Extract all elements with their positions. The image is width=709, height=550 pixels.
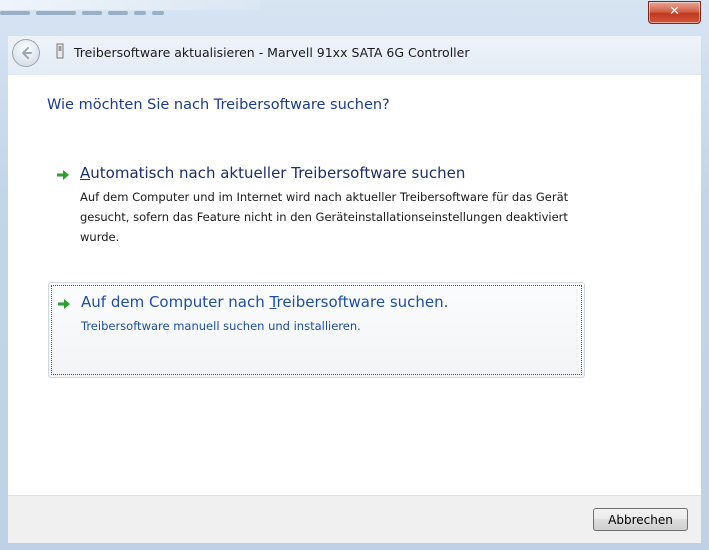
option-browse-computer-title: Auf dem Computer nach Treibersoftware su… <box>81 293 448 311</box>
window-title: Treibersoftware aktualisieren - Marvell … <box>74 45 470 60</box>
option-auto-search-title-text: utomatisch nach aktueller Treibersoftwar… <box>90 164 466 182</box>
option-browse-title-post: reibersoftware suchen. <box>276 293 449 311</box>
option-auto-search-description: Auf dem Computer und im Internet wird na… <box>80 190 569 244</box>
option-auto-search-title: Automatisch nach aktueller Treibersoftwa… <box>80 164 465 182</box>
window-frame: ✕ Treibersoftware aktualisieren - Marvel… <box>0 0 709 550</box>
button-bar: Abbrechen <box>8 495 701 543</box>
cancel-button[interactable]: Abbrechen <box>593 508 688 531</box>
access-key-a: A <box>80 164 91 182</box>
green-arrow-icon <box>58 299 70 309</box>
green-arrow-icon <box>57 170 69 180</box>
close-button[interactable]: ✕ <box>648 1 701 24</box>
back-arrow-icon <box>22 47 32 59</box>
option-browse-computer[interactable]: Auf dem Computer nach Treibersoftware su… <box>48 282 585 378</box>
option-browse-title-pre: Auf dem Computer nach <box>81 293 270 311</box>
option-auto-search[interactable]: Automatisch nach aktueller Treibersoftwa… <box>48 159 585 251</box>
background-window-menu <box>0 0 260 15</box>
wizard-content: Wie möchten Sie nach Treibersoftware suc… <box>8 74 701 496</box>
option-browse-computer-description: Treibersoftware manuell suchen und insta… <box>81 319 361 333</box>
title-bar: Treibersoftware aktualisieren - Marvell … <box>8 36 701 74</box>
page-heading: Wie möchten Sie nach Treibersoftware suc… <box>47 97 390 113</box>
back-button[interactable] <box>12 39 40 67</box>
device-icon <box>56 43 64 59</box>
